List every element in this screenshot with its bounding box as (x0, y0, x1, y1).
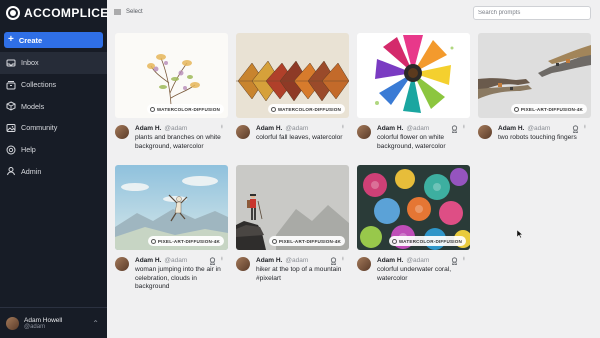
plus-icon: + (8, 34, 14, 45)
more-options-icon[interactable]: ··· (460, 124, 467, 128)
collections-icon (6, 80, 16, 90)
avatar (478, 125, 492, 139)
app-name: ACCOMPLICE (24, 6, 109, 20)
avatar (115, 125, 129, 139)
card-prompt: colorful underwater coral, watercolor (377, 266, 452, 282)
sidebar-item-collections[interactable]: Collections (0, 74, 107, 96)
sidebar-item-label: Help (21, 145, 36, 155)
mouse-cursor-icon (517, 230, 523, 238)
more-options-icon[interactable]: ··· (218, 256, 225, 260)
create-button-label: Create (18, 35, 43, 45)
sidebar-item-admin[interactable]: Admin (0, 160, 107, 182)
sidebar-item-inbox[interactable]: Inbox (0, 52, 107, 74)
community-icon (6, 123, 16, 133)
sidebar-item-models[interactable]: Models (0, 95, 107, 117)
model-badge: PIXEL-ART-DIFFUSION-4K (510, 104, 587, 114)
model-badge: WATERCOLOR-DIFFUSION (388, 236, 466, 246)
more-options-icon[interactable]: ··· (339, 256, 346, 260)
chevron-up-icon: ⌃ (92, 319, 99, 328)
app-logo[interactable]: ACCOMPLICE (6, 6, 109, 20)
bookmark-icon[interactable] (451, 125, 458, 133)
model-icon (391, 238, 397, 244)
card-author: Adam H. @adam (498, 125, 551, 132)
user-menu[interactable]: Adam Howell @adam ⌃ (0, 307, 107, 338)
card-author: Adam H. @adam (377, 257, 430, 264)
models-icon (6, 101, 16, 111)
model-badge: WATERCOLOR-DIFFUSION (146, 104, 224, 114)
list-icon (114, 9, 121, 15)
model-icon (271, 238, 277, 244)
create-button[interactable]: + Create (4, 32, 103, 48)
select-label: Select (126, 9, 143, 15)
more-options-icon[interactable]: ··· (581, 124, 588, 128)
sidebar-item-community[interactable]: Community (0, 117, 107, 139)
image-jumping-woman[interactable]: PIXEL-ART-DIFFUSION-4K (115, 165, 228, 250)
image-coral[interactable]: WATERCOLOR-DIFFUSION (357, 165, 470, 250)
card-author: Adam H. @adam (135, 257, 188, 264)
avatar (115, 257, 129, 271)
card-prompt: hiker at the top of a mountain #pixelart (256, 266, 342, 282)
card-author: Adam H. @adam (135, 125, 188, 132)
sidebar-item-help[interactable]: Help (0, 139, 107, 161)
model-icon (270, 106, 276, 112)
user-info: Adam Howell @adam (24, 317, 62, 330)
card-author: Adam H. @adam (377, 125, 430, 132)
admin-icon (6, 166, 16, 176)
help-icon (6, 145, 16, 155)
sidebar-item-label: Admin (21, 166, 42, 176)
card-prompt: two robots touching fingers (498, 134, 577, 141)
card-prompt: plants and branches on white background,… (135, 134, 221, 150)
more-options-icon[interactable]: ··· (460, 256, 467, 260)
model-badge: PIXEL-ART-DIFFUSION-4K (147, 236, 224, 246)
bookmark-icon[interactable] (451, 257, 458, 265)
image-fall-leaves[interactable]: WATERCOLOR-DIFFUSION (236, 33, 349, 118)
avatar (357, 125, 371, 139)
model-badge: PIXEL-ART-DIFFUSION-4K (268, 236, 345, 246)
avatar (357, 257, 371, 271)
sidebar-item-label: Community (21, 123, 58, 133)
sidebar-nav: Inbox Collections Models Community Help (0, 52, 107, 182)
search-input[interactable] (473, 6, 591, 20)
model-icon (150, 238, 156, 244)
sidebar: ACCOMPLICE + Create Inbox Collections Mo… (0, 0, 109, 338)
avatar (236, 125, 250, 139)
image-hiker[interactable]: PIXEL-ART-DIFFUSION-4K (236, 165, 349, 250)
avatar (236, 257, 250, 271)
bookmark-icon[interactable] (572, 125, 579, 133)
model-badge: WATERCOLOR-DIFFUSION (267, 104, 345, 114)
image-colorful-flower[interactable] (357, 33, 470, 118)
sidebar-item-label: Collections (21, 80, 57, 90)
card-author: Adam H. @adam (256, 257, 309, 264)
card-author: Adam H. @adam (256, 125, 309, 132)
model-icon (513, 106, 519, 112)
select-toggle[interactable]: Select (114, 9, 143, 15)
card-prompt: woman jumping into the air in celebratio… (135, 266, 221, 291)
logo-icon (6, 6, 20, 20)
image-watercolor-plants[interactable]: WATERCOLOR-DIFFUSION (115, 33, 228, 118)
user-name: Adam Howell (24, 316, 63, 324)
model-icon (149, 106, 155, 112)
card-prompt: colorful flower on white background, wat… (377, 134, 446, 150)
inbox-icon (6, 58, 16, 68)
user-handle: @adam (24, 323, 46, 330)
image-robot-hands[interactable]: PIXEL-ART-DIFFUSION-4K (478, 33, 591, 118)
more-options-icon[interactable]: ··· (339, 124, 346, 128)
avatar (6, 316, 19, 330)
more-options-icon[interactable]: ··· (218, 124, 225, 128)
bookmark-icon[interactable] (209, 257, 216, 265)
sidebar-item-label: Inbox (21, 58, 39, 68)
card-prompt: colorful fall leaves, watercolor (256, 134, 343, 141)
sidebar-item-label: Models (21, 101, 45, 111)
bookmark-icon[interactable] (330, 257, 337, 265)
